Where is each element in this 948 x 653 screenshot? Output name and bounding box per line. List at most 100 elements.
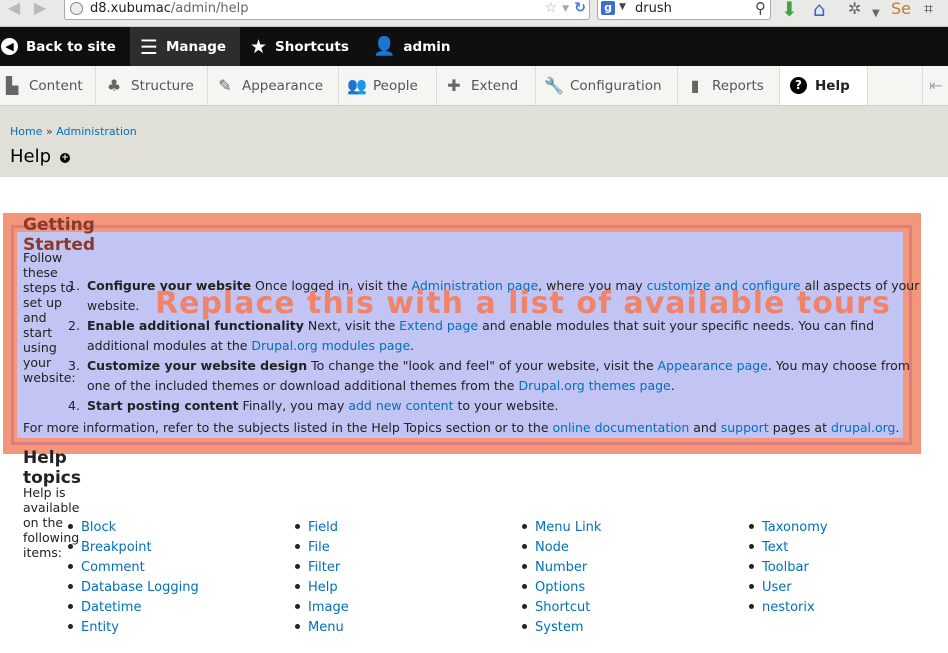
breadcrumb: Home » Administration	[10, 125, 137, 138]
tray-item-people[interactable]: 👥 People	[339, 66, 437, 105]
bullet-icon	[522, 624, 527, 629]
tour-placeholder-text: Replace this with a list of available to…	[155, 286, 891, 321]
tray-item-appearance[interactable]: ✎ Appearance	[208, 66, 339, 105]
tray-item-content[interactable]: ▙ Content	[0, 66, 96, 105]
bullet-icon	[68, 564, 73, 569]
breadcrumb-home-link[interactable]: Home	[10, 125, 42, 138]
help-topic-link[interactable]: nestorix	[762, 600, 815, 615]
bullet-icon	[295, 604, 300, 609]
help-topic-link[interactable]: Block	[81, 520, 116, 535]
admin-toolbar: ◀ Back to site ☰ Manage ★ Shortcuts 👤 ad…	[0, 27, 948, 66]
help-topic-link[interactable]: File	[308, 540, 330, 555]
crop-icon[interactable]: ⌗	[924, 0, 933, 20]
list-item: nestorix	[749, 598, 828, 618]
breadcrumb-admin-link[interactable]: Administration	[56, 125, 137, 138]
help-topic-link[interactable]: Options	[535, 580, 585, 595]
help-topic-link[interactable]: System	[535, 620, 583, 635]
help-topic-link[interactable]: Database Logging	[81, 580, 199, 595]
more-info-text: For more information, refer to the subje…	[23, 420, 900, 435]
back-to-site-link[interactable]: ◀ Back to site	[0, 27, 126, 66]
drupal-org-link[interactable]: drupal.org	[831, 420, 896, 435]
list-item: User	[749, 578, 828, 598]
admin-tray: ▙ Content ♣ Structure ✎ Appearance 👥 People …	[0, 66, 948, 106]
help-topic-link[interactable]: Text	[762, 540, 788, 555]
tray-item-structure[interactable]: ♣ Structure	[96, 66, 208, 105]
drupal-themes-link[interactable]: Drupal.org themes page	[518, 378, 670, 393]
bullet-icon	[295, 584, 300, 589]
appearance-page-link[interactable]: Appearance page	[658, 358, 768, 373]
help-topic-link[interactable]: Field	[308, 520, 338, 535]
list-item: Block	[68, 518, 199, 538]
bullet-icon	[295, 524, 300, 529]
help-topic-link[interactable]: Filter	[308, 560, 340, 575]
bullet-icon	[295, 624, 300, 629]
search-engine-dropdown-icon[interactable]: ▼	[619, 2, 626, 12]
tray-item-extend[interactable]: ✚ Extend	[437, 66, 536, 105]
help-topic-link[interactable]: Toolbar	[762, 560, 809, 575]
back-arrow-icon[interactable]: ◀	[2, 0, 26, 18]
wrench-icon: 🔧	[544, 76, 564, 95]
site-identity-icon[interactable]	[70, 2, 83, 15]
bullet-icon	[522, 604, 527, 609]
bug-icon[interactable]: ✲	[848, 0, 861, 20]
bullet-icon	[749, 524, 754, 529]
search-bar[interactable]: g ▼ drush ⚲	[597, 0, 771, 20]
bug-dropdown-icon[interactable]: ▼	[872, 3, 880, 25]
bookmark-star-icon[interactable]: ☆	[544, 0, 557, 16]
user-tab[interactable]: 👤 admin	[373, 27, 463, 66]
help-topics-column: Block Breakpoint Comment Database Logging Da…	[68, 518, 199, 638]
download-icon[interactable]: ⬇	[781, 0, 798, 20]
help-topics-column: Field File Filter Help Image Menu	[295, 518, 349, 638]
help-topic-link[interactable]: User	[762, 580, 792, 595]
help-topic-link[interactable]: Comment	[81, 560, 145, 575]
help-topic-link[interactable]: Menu Link	[535, 520, 601, 535]
help-topics-column: Taxonomy Text Toolbar User nestorix	[749, 518, 828, 618]
bullet-icon	[749, 584, 754, 589]
help-topic-link[interactable]: Entity	[81, 620, 119, 635]
tray-orientation-toggle[interactable]: ⇤	[922, 66, 948, 105]
help-topic-link[interactable]: Taxonomy	[762, 520, 828, 535]
bullet-icon	[749, 564, 754, 569]
page-title: Help	[10, 146, 52, 167]
search-icon[interactable]: ⚲	[755, 0, 766, 17]
help-topic-link[interactable]: Node	[535, 540, 569, 555]
url-dropdown-icon[interactable]: ▼	[562, 4, 569, 14]
url-text[interactable]: d8.xubumac/admin/help	[90, 1, 248, 16]
help-topic-link[interactable]: Number	[535, 560, 587, 575]
reload-icon[interactable]: ↻	[574, 0, 586, 16]
structure-icon: ♣	[106, 76, 122, 95]
help-topic-link[interactable]: Help	[308, 580, 338, 595]
url-bar[interactable]: d8.xubumac/admin/help ☆ ▼ ↻	[64, 0, 590, 20]
paint-brush-icon: ✎	[218, 76, 232, 95]
list-item: Database Logging	[68, 578, 199, 598]
add-shortcut-icon[interactable]: +	[60, 153, 70, 163]
help-topics-heading: Help topics	[23, 448, 81, 488]
help-topic-link[interactable]: Datetime	[81, 600, 141, 615]
tray-item-configuration[interactable]: 🔧 Configuration	[536, 66, 678, 105]
browser-toolbar: ◀ ▶ d8.xubumac/admin/help ☆ ▼ ↻ g ▼ drus…	[0, 0, 948, 27]
help-topic-link[interactable]: Shortcut	[535, 600, 590, 615]
list-item: Text	[749, 538, 828, 558]
search-engine-icon[interactable]: g	[601, 1, 615, 15]
tray-item-reports[interactable]: ▮ Reports	[678, 66, 780, 105]
selenium-icon[interactable]: Se	[891, 0, 911, 20]
bullet-icon	[522, 524, 527, 529]
document-icon: ▙	[5, 76, 19, 95]
shortcuts-tab[interactable]: ★ Shortcuts	[250, 27, 360, 66]
help-topic-link[interactable]: Image	[308, 600, 349, 615]
home-icon[interactable]: ⌂	[813, 0, 826, 20]
support-link[interactable]: support	[721, 420, 769, 435]
list-item: Comment	[68, 558, 199, 578]
list-item: Field	[295, 518, 349, 538]
online-documentation-link[interactable]: online documentation	[552, 420, 689, 435]
list-item: Toolbar	[749, 558, 828, 578]
help-topic-link[interactable]: Menu	[308, 620, 344, 635]
manage-tab[interactable]: ☰ Manage	[130, 27, 240, 66]
drupal-modules-link[interactable]: Drupal.org modules page	[251, 338, 410, 353]
help-topic-link[interactable]: Breakpoint	[81, 540, 152, 555]
search-input[interactable]: drush	[635, 1, 672, 16]
tray-item-help[interactable]: ? Help	[780, 66, 868, 105]
forward-arrow-icon[interactable]: ▶	[28, 0, 52, 18]
getting-started-heading: Getting Started	[23, 215, 96, 255]
add-content-link[interactable]: add new content	[348, 398, 453, 413]
